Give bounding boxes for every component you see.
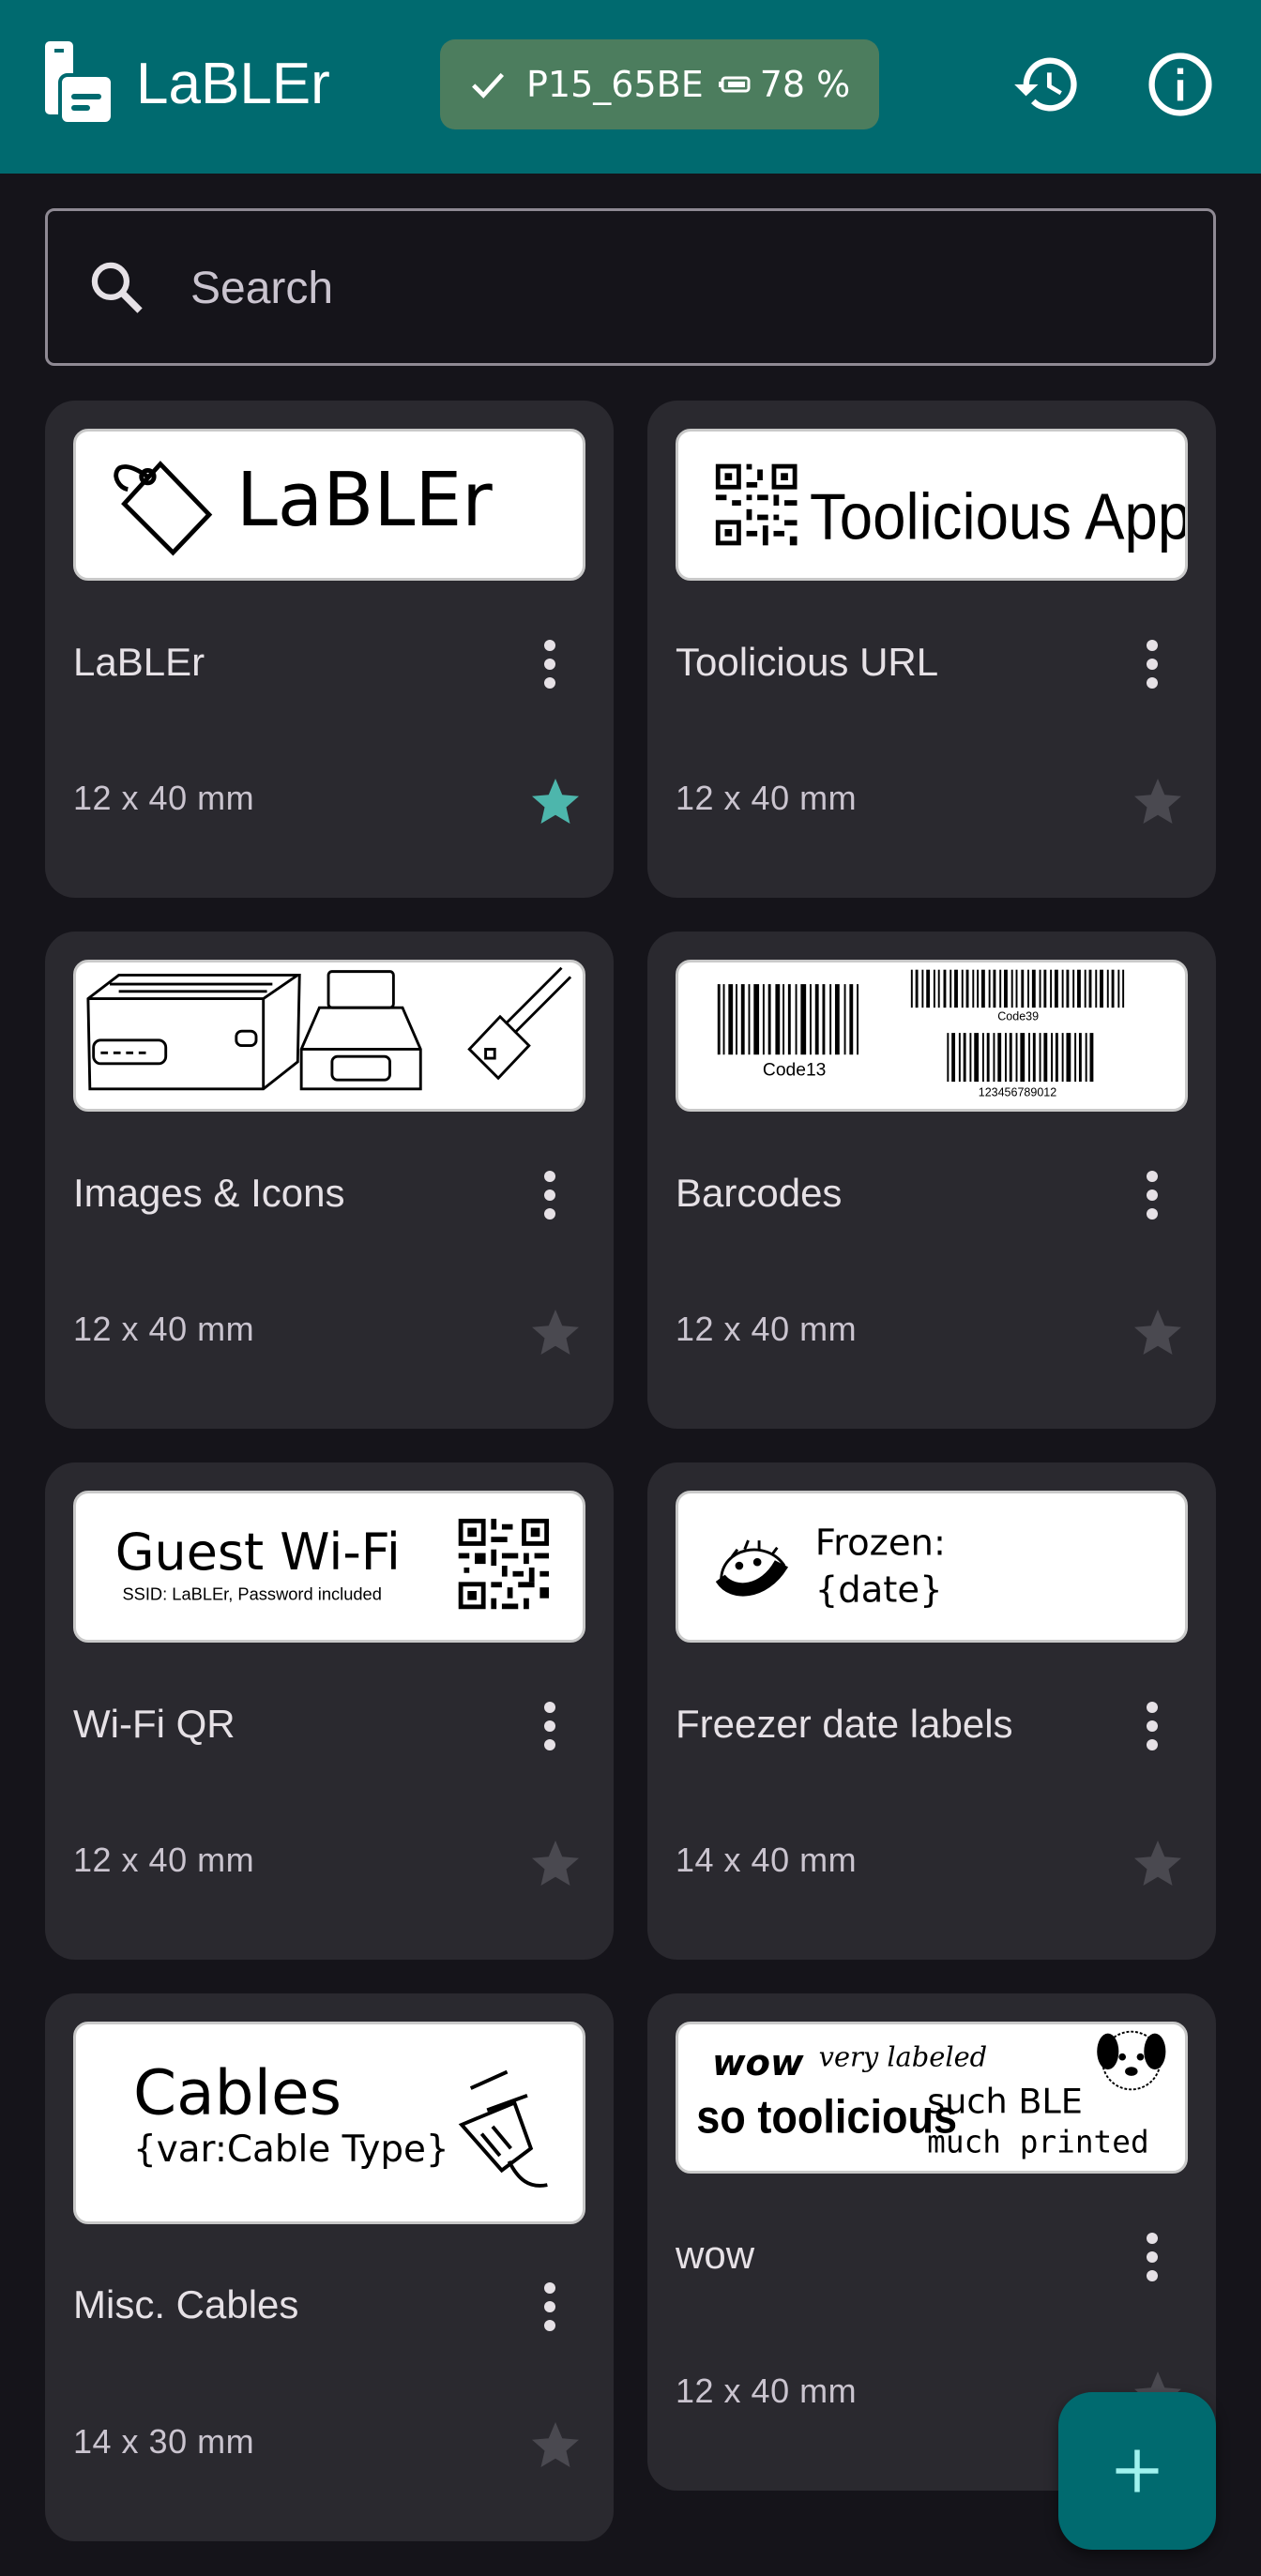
label-card-freezer-date[interactable]: Frozen: {date} Freezer date labels 14 x … [647, 1462, 1216, 1960]
preview-text-wow: wow [712, 2042, 804, 2084]
add-icon [1116, 2449, 1159, 2493]
battery-level: 78 % [759, 64, 851, 105]
star-icon[interactable] [1130, 1836, 1186, 1892]
app-bar: LaBLEr P15_65BE 78 % [0, 0, 1261, 174]
app-logo-icon [45, 41, 114, 126]
more-vert-icon[interactable] [1124, 1164, 1180, 1226]
more-vert-icon[interactable] [1124, 2226, 1180, 2288]
dog-icon [1097, 2030, 1166, 2091]
label-card-toolicious-url[interactable]: Toolicious Apps Toolicious URL 12 x 40 m… [647, 401, 1216, 898]
more-vert-icon[interactable] [522, 1695, 578, 1757]
barcode-label: Code39 [997, 1010, 1039, 1023]
more-vert-icon[interactable] [522, 1164, 578, 1226]
plug-icon [458, 2069, 548, 2188]
printer-name: P15_65BE [526, 64, 704, 105]
preview-line1: Cables [133, 2056, 342, 2129]
label-preview[interactable]: Toolicious Apps [676, 429, 1188, 581]
label-preview[interactable]: wow very labeled so toolicious such BLE … [676, 2022, 1188, 2174]
label-card-misc-cables[interactable]: Cables {var:Cable Type} Misc. Cables 14 … [45, 1993, 614, 2541]
preview-line2: {date} [815, 1569, 943, 1612]
preview-text: Toolicious Apps [810, 481, 1185, 553]
preview-subtext: SSID: LaBLEr, Password included [122, 1584, 381, 1604]
label-preview[interactable]: Code13 Code39 123456789012 [676, 960, 1188, 1112]
qr-code-icon [715, 463, 798, 546]
label-name: Toolicious URL [676, 640, 939, 684]
printer-usb-icon [86, 966, 572, 1091]
label-size: 12 x 40 mm [676, 1310, 858, 1348]
star-icon[interactable] [1130, 1305, 1186, 1361]
label-card-wifi-qr[interactable]: Guest Wi-Fi SSID: LaBLEr, Password inclu… [45, 1462, 614, 1960]
preview-text-very-labeled: very labeled [819, 2040, 988, 2072]
label-size: 14 x 30 mm [73, 2422, 255, 2461]
search-bar [45, 208, 1216, 366]
info-icon[interactable] [1145, 49, 1216, 120]
preview-text-so-toolicious: so toolicious [696, 2091, 957, 2144]
barcode-number: 123456789012 [979, 1086, 1056, 1099]
label-preview[interactable] [73, 960, 585, 1112]
barcode-icon: Code13 Code39 123456789012 [717, 969, 1125, 1099]
label-size: 12 x 40 mm [676, 2371, 858, 2410]
barcode-label: Code13 [763, 1060, 826, 1080]
label-size: 12 x 40 mm [73, 779, 255, 817]
preview-text-such-ble: such BLE [927, 2081, 1083, 2121]
check-icon [472, 72, 505, 98]
label-card-lablер[interactable]: LaBLEr LaBLEr 12 x 40 mm [45, 401, 614, 898]
label-size: 12 x 40 mm [73, 1841, 255, 1879]
label-name: Wi-Fi QR [73, 1702, 235, 1746]
add-label-button[interactable] [1058, 2392, 1216, 2550]
star-icon-favorite[interactable] [527, 774, 584, 830]
label-preview[interactable]: Frozen: {date} [676, 1491, 1188, 1643]
star-icon[interactable] [527, 1836, 584, 1892]
label-size: 14 x 40 mm [676, 1841, 858, 1879]
printer-status-chip[interactable]: P15_65BE 78 % [440, 39, 879, 129]
more-vert-icon[interactable] [1124, 633, 1180, 695]
tag-icon [114, 461, 213, 556]
more-vert-icon[interactable] [522, 2276, 578, 2338]
taco-icon [715, 1539, 789, 1597]
label-name: Images & Icons [73, 1171, 345, 1215]
preview-text: LaBLEr [236, 457, 493, 543]
label-preview[interactable]: Guest Wi-Fi SSID: LaBLEr, Password inclu… [73, 1491, 585, 1643]
more-vert-icon[interactable] [522, 633, 578, 695]
preview-line1: Frozen: [815, 1522, 946, 1564]
battery-icon [718, 76, 751, 93]
label-name: LaBLEr [73, 640, 205, 684]
star-icon[interactable] [527, 1305, 584, 1361]
label-name: Misc. Cables [73, 2282, 299, 2326]
star-icon[interactable] [527, 2417, 584, 2474]
label-card-images-icons[interactable]: Images & Icons 12 x 40 mm [45, 932, 614, 1429]
label-size: 12 x 40 mm [676, 779, 858, 817]
label-card-barcodes[interactable]: Code13 Code39 123456789012 Barcodes 12 x… [647, 932, 1216, 1429]
preview-text-much-printed: much printed [927, 2125, 1149, 2160]
app-title: LaBLEr [136, 52, 330, 116]
history-icon[interactable] [1011, 49, 1083, 120]
label-size: 12 x 40 mm [73, 1310, 255, 1348]
more-vert-icon[interactable] [1124, 1695, 1180, 1757]
label-name: wow [676, 2233, 755, 2277]
label-name: Freezer date labels [676, 1702, 1013, 1746]
label-name: Barcodes [676, 1171, 843, 1215]
label-preview[interactable]: Cables {var:Cable Type} [73, 2022, 585, 2224]
label-preview[interactable]: LaBLEr [73, 429, 585, 581]
search-input[interactable] [190, 249, 1185, 327]
preview-text: Guest Wi-Fi [115, 1523, 401, 1582]
qr-code-icon [458, 1518, 549, 1610]
preview-line2: {var:Cable Type} [133, 2129, 449, 2171]
search-icon [91, 262, 143, 313]
star-icon[interactable] [1130, 774, 1186, 830]
